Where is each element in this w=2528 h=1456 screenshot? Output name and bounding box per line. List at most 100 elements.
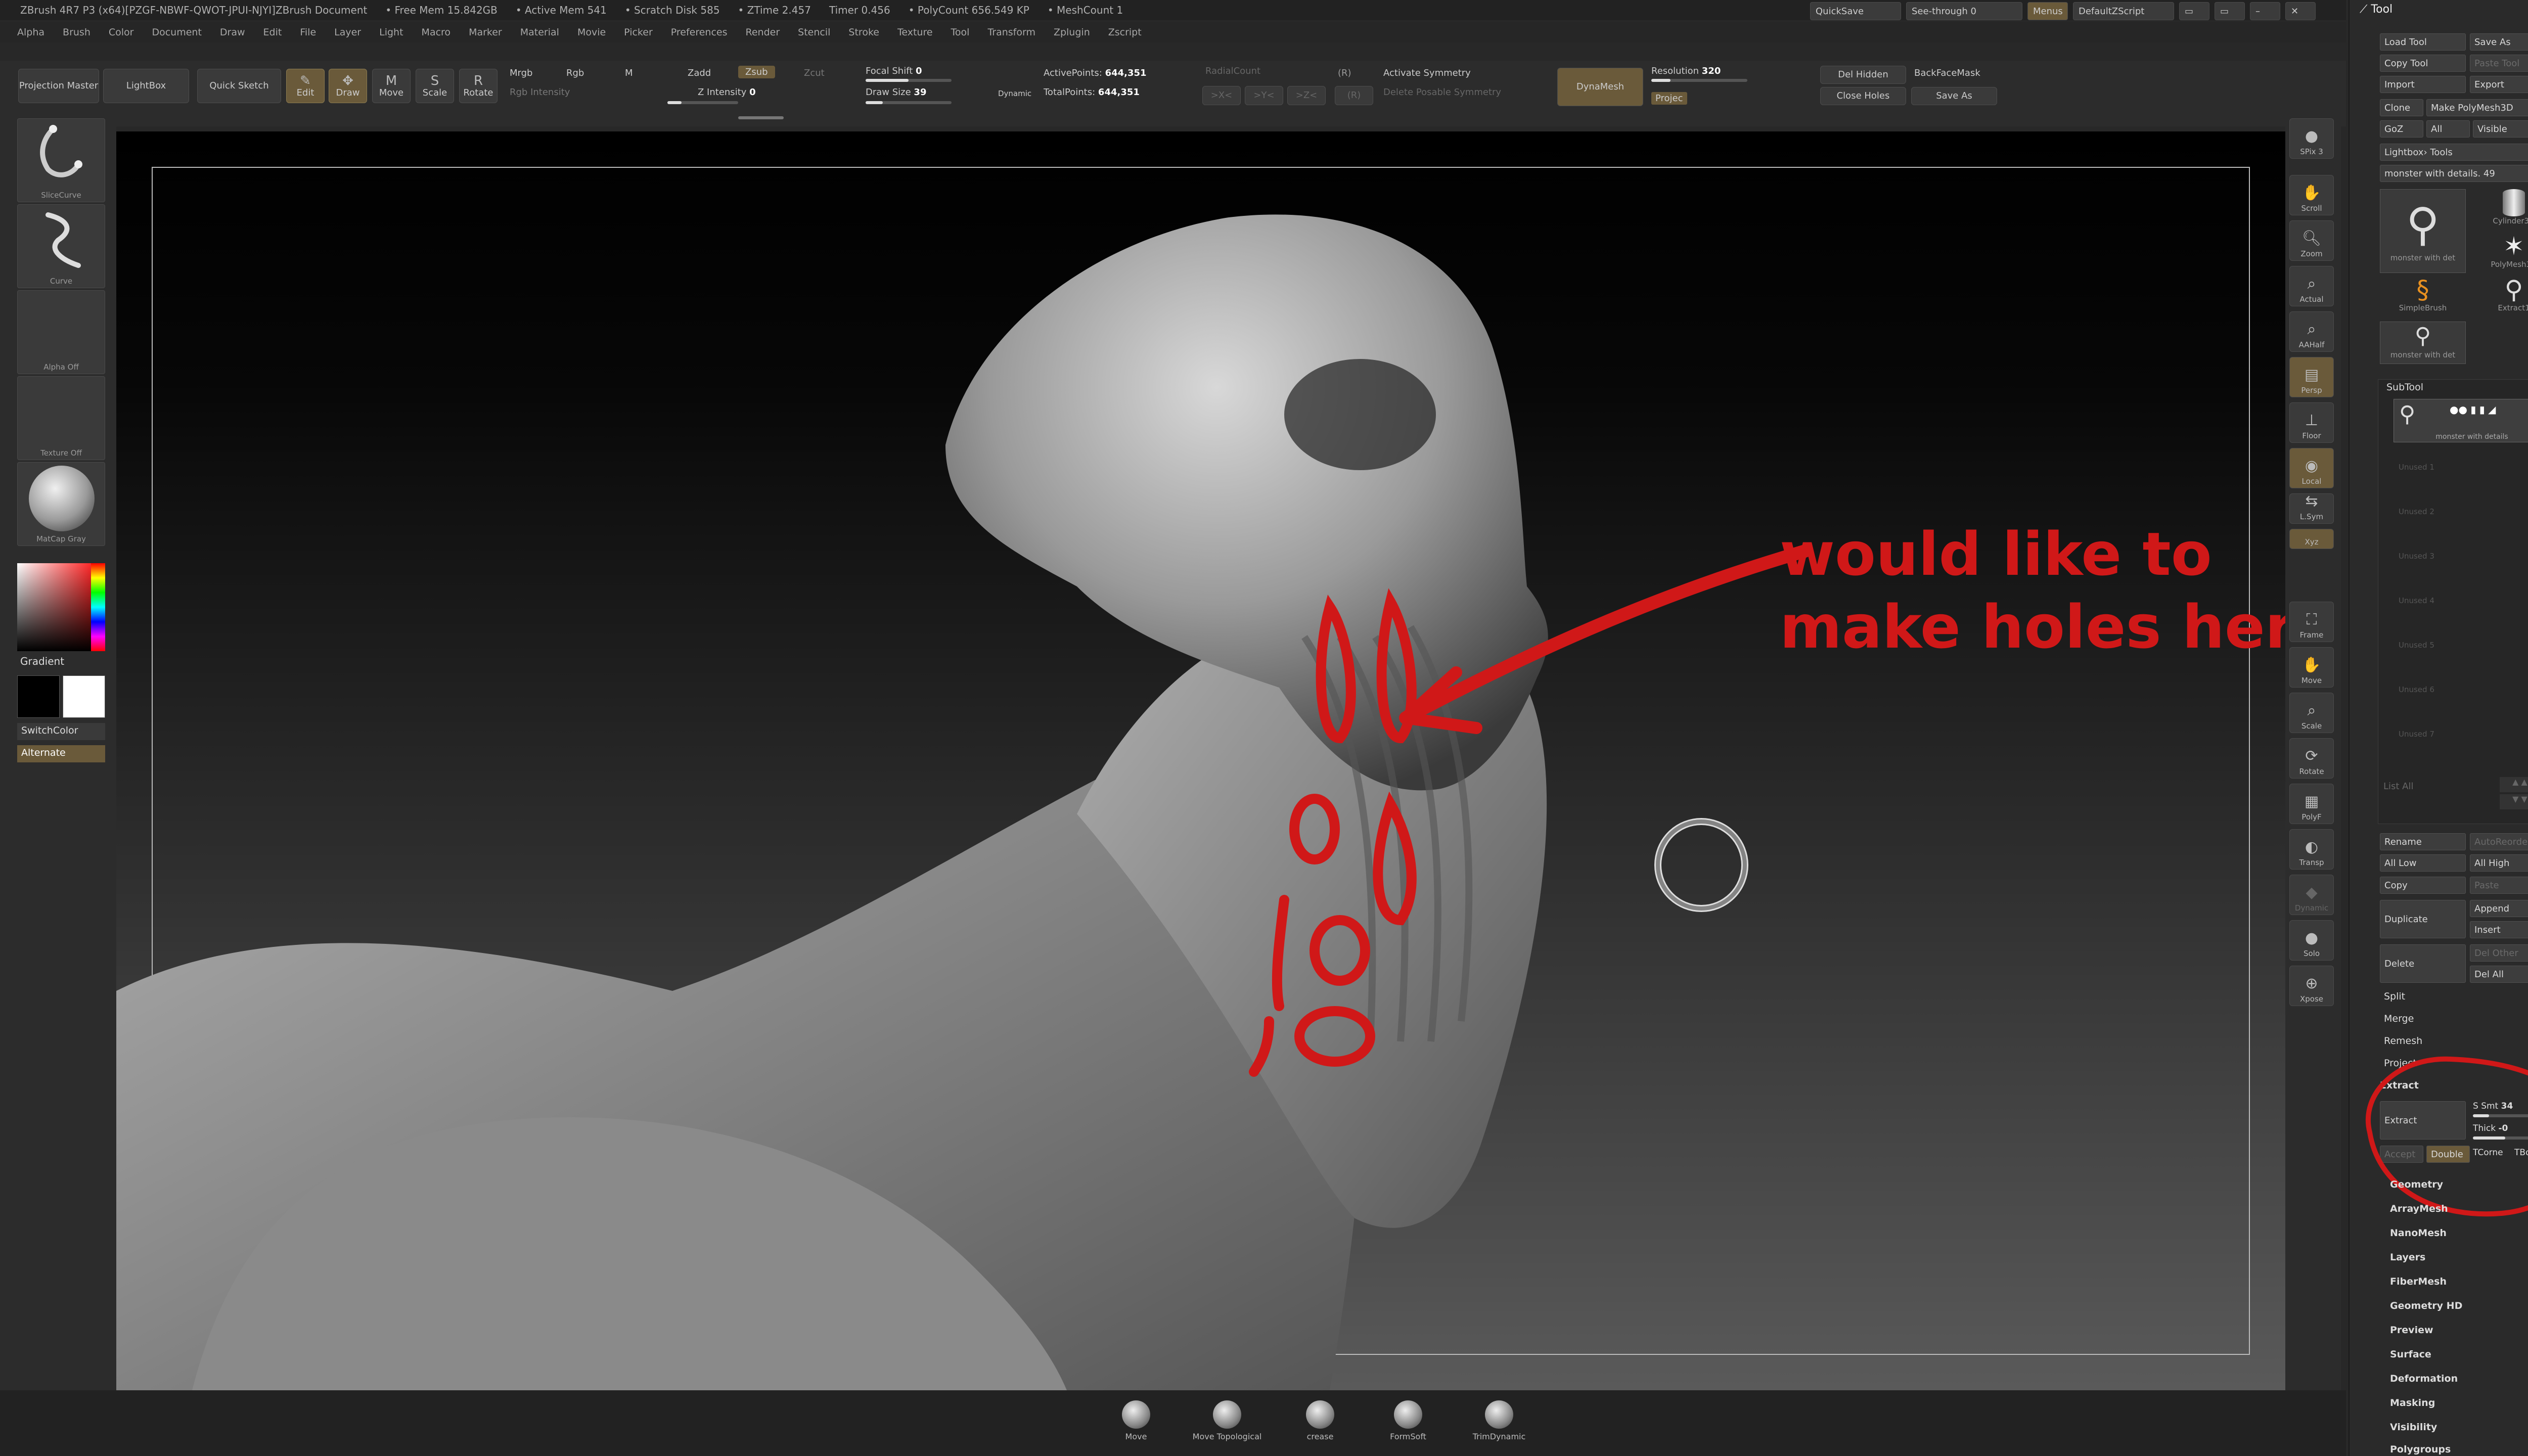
rgb-intensity-slider[interactable]: Rgb Intensity <box>510 87 570 98</box>
m-button[interactable]: M <box>625 68 633 78</box>
subtool-active-row[interactable]: ⚲ ◉ ●● ▮ ▮ ◢ monster with details <box>2394 399 2528 442</box>
append-button[interactable]: Append <box>2470 900 2528 917</box>
zcut-button[interactable]: Zcut <box>804 68 825 78</box>
menu-brush[interactable]: Brush <box>63 27 91 38</box>
preview-section[interactable]: Preview <box>2390 1325 2433 1336</box>
activate-symmetry-button[interactable]: Activate Symmetry <box>1383 68 1471 78</box>
tool-panel-title[interactable]: ⟋ Tool <box>2360 3 2392 16</box>
zadd-button[interactable]: Zadd <box>688 68 711 78</box>
export-button[interactable]: Export <box>2470 76 2528 93</box>
menu-light[interactable]: Light <box>379 27 403 38</box>
edit-mode-button[interactable]: ✎ Edit <box>286 69 325 103</box>
backface-mask-button[interactable]: BackFaceMask <box>1914 68 1980 78</box>
move-view-button[interactable]: ✋ Move <box>2289 647 2334 688</box>
tool-thumb-monster[interactable]: ⚲ monster with det <box>2380 189 2466 273</box>
draw-size-bar[interactable] <box>866 101 952 104</box>
geometry-section[interactable]: Geometry <box>2390 1179 2443 1190</box>
fibermesh-section[interactable]: FiberMesh <box>2390 1276 2447 1287</box>
brush-formsoft[interactable]: FormSoft <box>1380 1400 1436 1441</box>
paste-tool-button[interactable]: Paste Tool <box>2470 55 2528 72</box>
copy-subtool-button[interactable]: Copy <box>2380 877 2466 894</box>
all-high-button[interactable]: All High <box>2470 854 2528 872</box>
gradient-label[interactable]: Gradient <box>20 655 64 667</box>
polygroups-section[interactable]: Polygroups <box>2390 1444 2451 1456</box>
menu-alpha[interactable]: Alpha <box>17 27 44 38</box>
tool-thumb-cylinder[interactable]: Cylinder3D <box>2476 189 2528 230</box>
xyz-button[interactable]: Xyz <box>2289 529 2334 549</box>
polyf-button[interactable]: ▦ PolyF <box>2289 784 2334 824</box>
menus-toggle[interactable]: Menus <box>2027 2 2068 20</box>
clone-button[interactable]: Clone <box>2380 99 2423 116</box>
subtool-header[interactable]: SubTool <box>2386 382 2423 393</box>
symmetry-y-button[interactable]: >Y< <box>1245 86 1283 105</box>
frame-button[interactable]: ⛶ Frame <box>2289 602 2334 642</box>
texture-picker[interactable]: Texture Off <box>17 376 105 460</box>
menu-zscript[interactable]: Zscript <box>1108 27 1142 38</box>
focal-shift-bar[interactable] <box>866 79 952 82</box>
tool-thumb-simplebrush[interactable]: § SimpleBrush <box>2385 276 2461 316</box>
tool-thumb-monster-2[interactable]: ⚲ monster with det <box>2380 322 2466 364</box>
subtool-slot-4[interactable]: Unused 4 <box>2399 596 2434 605</box>
subtool-up-icon[interactable]: ▲ ▲ <box>2500 777 2528 792</box>
z-intensity-slider[interactable]: Z Intensity 0 <box>698 87 756 98</box>
arraymesh-section[interactable]: ArrayMesh <box>2390 1203 2448 1214</box>
main-color-swatch[interactable] <box>17 675 60 718</box>
lsym-button[interactable]: ⇆ L.Sym <box>2289 492 2334 524</box>
menu-marker[interactable]: Marker <box>469 27 502 38</box>
see-through-slider[interactable]: See-through 0 <box>1906 2 2022 20</box>
switch-color-button[interactable]: SwitchColor <box>17 723 105 740</box>
quicksave-button[interactable]: QuickSave <box>1810 2 1901 20</box>
project-toggle[interactable]: Projec <box>1651 92 1687 105</box>
rgb-button[interactable]: Rgb <box>566 68 584 78</box>
quick-sketch-button[interactable]: Quick Sketch <box>197 69 281 103</box>
alternate-button[interactable]: Alternate <box>17 745 105 762</box>
menu-transform[interactable]: Transform <box>987 27 1035 38</box>
import-button[interactable]: Import <box>2380 76 2466 93</box>
tool-thumb-polymesh[interactable]: ✶ PolyMesh3D <box>2476 233 2528 273</box>
hue-strip[interactable] <box>91 563 105 651</box>
menu-zplugin[interactable]: Zplugin <box>1054 27 1090 38</box>
draw-mode-button[interactable]: ✥ Draw <box>329 69 367 103</box>
subtool-slot-6[interactable]: Unused 6 <box>2399 685 2434 694</box>
menu-layer[interactable]: Layer <box>334 27 361 38</box>
persp-button[interactable]: ▤ Persp <box>2289 357 2334 397</box>
radial-r-button[interactable]: (R) <box>1338 68 1351 78</box>
resolution-bar[interactable] <box>1651 79 1747 82</box>
menu-texture[interactable]: Texture <box>897 27 933 38</box>
alpha-picker[interactable]: Alpha Off <box>17 290 105 374</box>
scale-mode-button[interactable]: S Scale <box>416 69 454 103</box>
auto-reorder-button[interactable]: AutoReorder <box>2470 833 2528 850</box>
layout-2-icon[interactable]: ▭ <box>2215 2 2245 20</box>
resolution-slider[interactable]: Resolution 320 <box>1651 66 1721 76</box>
save-as-button[interactable]: Save As <box>1911 87 1997 105</box>
brush-trimdynamic[interactable]: TrimDynamic <box>1466 1400 1532 1441</box>
masking-section[interactable]: Masking <box>2390 1397 2435 1408</box>
split-section[interactable]: Split <box>2384 991 2405 1002</box>
symmetry-x-button[interactable]: >X< <box>1202 86 1241 105</box>
brush-move[interactable]: Move <box>1108 1400 1164 1441</box>
rotate-view-button[interactable]: ⟳ Rotate <box>2289 738 2334 779</box>
subtool-slot-3[interactable]: Unused 3 <box>2399 552 2434 561</box>
del-hidden-button[interactable]: Del Hidden <box>1820 66 1906 84</box>
dynamesh-button[interactable]: DynaMesh <box>1557 68 1643 106</box>
goz-button[interactable]: GoZ <box>2380 120 2423 138</box>
subtool-slot-7[interactable]: Unused 7 <box>2399 730 2434 739</box>
menu-material[interactable]: Material <box>520 27 559 38</box>
duplicate-button[interactable]: Duplicate <box>2380 900 2466 938</box>
minimize-icon[interactable]: – <box>2250 2 2280 20</box>
menu-stencil[interactable]: Stencil <box>798 27 830 38</box>
radial-count-slider[interactable]: RadialCount <box>1205 66 1260 76</box>
radial-symmetry-button[interactable]: (R) <box>1335 86 1373 105</box>
del-other-button[interactable]: Del Other <box>2470 944 2528 962</box>
rotate-mode-button[interactable]: R Rotate <box>459 69 498 103</box>
surface-section[interactable]: Surface <box>2390 1349 2431 1360</box>
menu-stroke[interactable]: Stroke <box>848 27 879 38</box>
load-tool-button[interactable]: Load Tool <box>2380 33 2466 51</box>
document-canvas[interactable]: would like to make holes here <box>116 131 2285 1390</box>
rename-button[interactable]: Rename <box>2380 833 2466 850</box>
focal-shift-slider[interactable]: Focal Shift 0 <box>866 66 922 76</box>
menu-movie[interactable]: Movie <box>577 27 606 38</box>
save-as-tool-button[interactable]: Save As <box>2470 33 2528 51</box>
visibility-section[interactable]: Visibility <box>2390 1422 2437 1433</box>
aahalf-button[interactable]: ⌕ AAHalf <box>2289 311 2334 352</box>
